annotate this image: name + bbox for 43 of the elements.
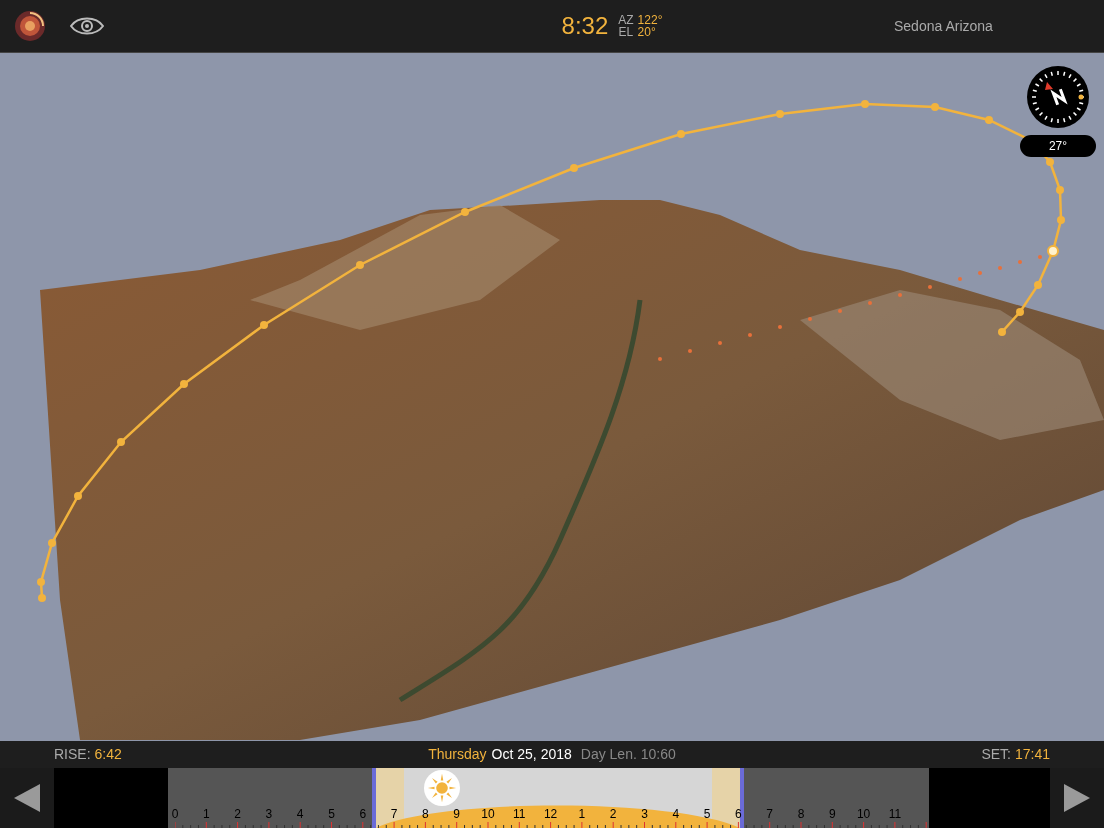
sunset-label: SET: [981, 745, 1011, 764]
map-view[interactable]: 27° [0, 53, 1104, 741]
hour-label: 5 [328, 808, 335, 820]
hour-label: 2 [609, 808, 617, 820]
hour-label: 5 [703, 808, 711, 820]
hour-label: 7 [390, 808, 398, 820]
azimuth-value: 122° [637, 14, 663, 26]
hour-label: 11 [513, 808, 526, 820]
spiral-logo-icon[interactable] [14, 10, 46, 42]
hour-label: 7 [766, 808, 774, 820]
hour-label: 6 [359, 808, 367, 820]
location-name: Sedona Arizona [894, 16, 993, 36]
elevation-value: 20° [637, 26, 657, 38]
eye-icon[interactable] [70, 16, 104, 36]
right-triangle-icon [1064, 784, 1090, 812]
day-length: Day Len. 10:60 [580, 745, 676, 764]
hour-label: 1 [578, 808, 586, 820]
hour-label: 8 [422, 808, 429, 820]
date: Oct 25, 2018 [491, 745, 572, 764]
hour-label: 10 [856, 808, 871, 820]
hour-label: 6 [735, 808, 742, 820]
hour-label: 11 [888, 808, 902, 820]
hour-label: 0 [171, 808, 179, 820]
elevation-label: EL [618, 26, 634, 38]
hour-label: 8 [797, 808, 805, 820]
hour-label: 2 [234, 808, 241, 820]
hour-label: 4 [296, 808, 304, 820]
weekday: Thursday [428, 745, 487, 764]
hour-label: 9 [453, 808, 461, 820]
hour-label: 9 [828, 808, 836, 820]
hour-label: 3 [641, 808, 648, 820]
compass-heading: 27° [1020, 135, 1096, 157]
hour-label: 3 [265, 808, 273, 820]
compass-icon[interactable] [1026, 65, 1090, 129]
sunrise-time: 6:42 [94, 745, 122, 764]
sunset-time: 17:41 [1014, 745, 1050, 764]
hour-label: 10 [481, 808, 495, 820]
left-triangle-icon [14, 784, 40, 812]
azimuth-label: AZ [618, 14, 634, 26]
sunrise-label: RISE: [54, 745, 91, 764]
hour-label: 12 [543, 808, 558, 820]
hour-label: 1 [202, 808, 210, 820]
current-time: 8:32 [561, 11, 609, 41]
